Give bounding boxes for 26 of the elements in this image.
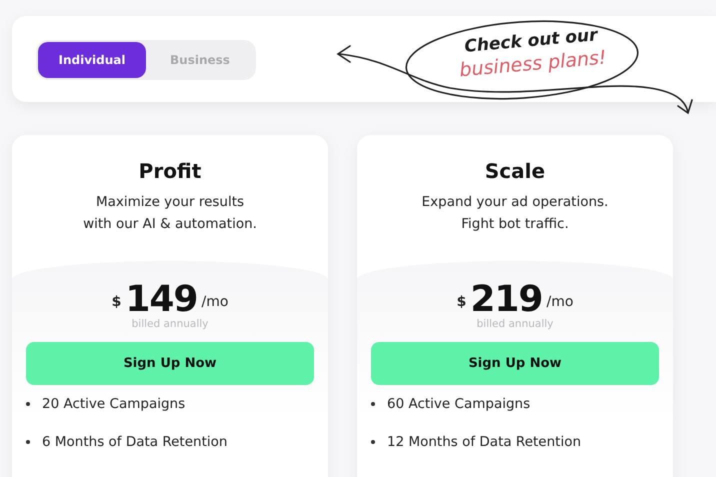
price-period: /mo	[546, 294, 574, 310]
feature-text: 60 Active Campaigns	[387, 396, 530, 412]
price-period: /mo	[201, 294, 228, 310]
currency-symbol: $	[456, 294, 466, 310]
currency-symbol: $	[112, 294, 122, 310]
plan-description: Maximize your results	[94, 193, 246, 212]
price-amount: 149	[125, 279, 198, 320]
sign-up-button[interactable]: Sign Up Now	[371, 342, 659, 385]
billing-note: billed annually	[476, 318, 554, 330]
plan-description: with our AI & automation.	[82, 215, 258, 234]
feature-text: 6 Months of Data Retention	[42, 434, 228, 450]
feature-text: 20 Active Campaigns	[42, 396, 186, 412]
bullet-icon	[26, 402, 30, 406]
plan-description: Expand your ad operations.	[420, 193, 610, 212]
price-amount: 219	[470, 279, 542, 320]
plan-tab[interactable]: Individual	[38, 42, 146, 78]
plan-description: Fight bot traffic.	[460, 215, 570, 234]
feature-text: 12 Months of Data Retention	[387, 434, 582, 450]
plan-toggle[interactable]: Individual Business	[36, 40, 256, 80]
bullet-icon	[371, 440, 375, 444]
billing-note: billed annually	[130, 318, 210, 330]
plan-name: Profit	[138, 159, 202, 183]
plan-name: Scale	[484, 159, 546, 183]
sign-up-button[interactable]: Sign Up Now	[26, 342, 314, 385]
bullet-icon	[26, 440, 30, 444]
bullet-icon	[371, 402, 375, 406]
